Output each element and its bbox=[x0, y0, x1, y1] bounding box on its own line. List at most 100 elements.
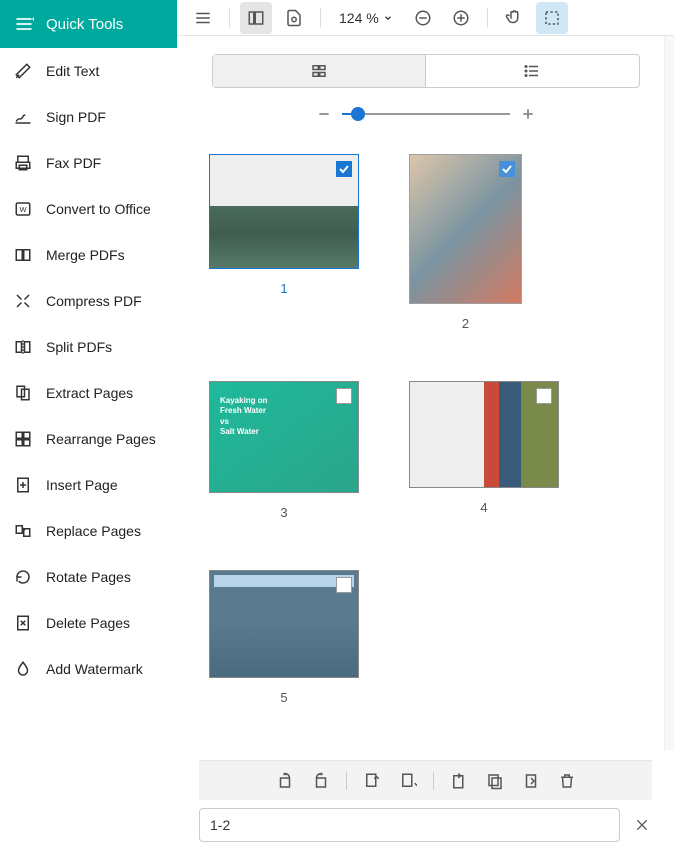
sidebar-item-split-pdfs[interactable]: Split PDFs bbox=[0, 324, 177, 370]
sidebar-item-label: Merge PDFs bbox=[46, 247, 125, 263]
page-range-input[interactable] bbox=[199, 808, 620, 842]
duplicate-page-button[interactable] bbox=[484, 770, 506, 792]
fax-icon bbox=[14, 154, 32, 172]
rotate-icon bbox=[14, 568, 32, 586]
separator bbox=[487, 8, 488, 28]
delete-page-icon bbox=[14, 614, 32, 632]
sidebar-item-rotate-pages[interactable]: Rotate Pages bbox=[0, 554, 177, 600]
sidebar-item-label: Add Watermark bbox=[46, 661, 143, 677]
page-thumbnail-5[interactable] bbox=[209, 570, 359, 678]
word-icon: W bbox=[14, 200, 32, 218]
sidebar-item-label: Rearrange Pages bbox=[46, 431, 156, 447]
sidebar-header-label: Quick Tools bbox=[46, 16, 123, 33]
clear-range-button[interactable] bbox=[632, 815, 652, 835]
page-number-label: 1 bbox=[280, 281, 287, 296]
compress-icon bbox=[14, 292, 32, 310]
sidebar-item-label: Delete Pages bbox=[46, 615, 130, 631]
thumbnail-panel-button[interactable] bbox=[240, 2, 272, 34]
page-number-label: 5 bbox=[280, 690, 287, 705]
rearrange-icon bbox=[14, 430, 32, 448]
thumbnail-item[interactable]: 5 bbox=[209, 570, 359, 705]
sidebar-item-label: Convert to Office bbox=[46, 201, 151, 217]
page-number-label: 2 bbox=[462, 316, 469, 331]
sidebar-item-label: Rotate Pages bbox=[46, 569, 131, 585]
sidebar-item-label: Sign PDF bbox=[46, 109, 106, 125]
page-thumbnail-2[interactable] bbox=[409, 154, 522, 304]
insert-after-button[interactable] bbox=[397, 770, 419, 792]
pan-tool-button[interactable] bbox=[498, 2, 530, 34]
marquee-select-button[interactable] bbox=[536, 2, 568, 34]
scrollbar[interactable] bbox=[664, 36, 674, 852]
page-number-label: 3 bbox=[280, 505, 287, 520]
separator bbox=[346, 772, 347, 790]
page-thumbnail-1[interactable] bbox=[209, 154, 359, 269]
page-checkbox[interactable] bbox=[336, 388, 352, 404]
document-info-button[interactable] bbox=[278, 2, 310, 34]
sidebar-item-insert-page[interactable]: Insert Page bbox=[0, 462, 177, 508]
slider-plus-button[interactable] bbox=[520, 106, 536, 122]
sidebar-item-label: Extract Pages bbox=[46, 385, 133, 401]
quick-tools-header[interactable]: Quick Tools bbox=[0, 0, 177, 48]
sidebar-item-label: Insert Page bbox=[46, 477, 118, 493]
bottom-bar bbox=[177, 750, 674, 852]
page-thumbnail-3[interactable]: Kayaking on Fresh Water vs Salt Water bbox=[209, 381, 359, 493]
separator bbox=[320, 8, 321, 28]
sidebar-item-merge-pdfs[interactable]: Merge PDFs bbox=[0, 232, 177, 278]
sidebar-item-label: Fax PDF bbox=[46, 155, 101, 171]
list-view-button[interactable] bbox=[426, 55, 639, 87]
sidebar-item-replace-pages[interactable]: Replace Pages bbox=[0, 508, 177, 554]
sidebar-item-compress-pdf[interactable]: Compress PDF bbox=[0, 278, 177, 324]
main-panel: 124 % 1 bbox=[177, 0, 674, 852]
grid-view-button[interactable] bbox=[213, 55, 427, 87]
zoom-in-button[interactable] bbox=[445, 2, 477, 34]
sidebar-item-fax-pdf[interactable]: Fax PDF bbox=[0, 140, 177, 186]
thumbnail-item[interactable]: Kayaking on Fresh Water vs Salt Water 3 bbox=[209, 381, 359, 520]
page-thumbnail-4[interactable] bbox=[409, 381, 559, 488]
thumbnail-grid: 1 2 Kayaking on Fresh Water vs Salt Wate… bbox=[195, 154, 656, 705]
rotate-cw-button[interactable] bbox=[310, 770, 332, 792]
replace-icon bbox=[14, 522, 32, 540]
sidebar-item-label: Compress PDF bbox=[46, 293, 142, 309]
thumbnail-size-slider[interactable] bbox=[342, 107, 510, 121]
content-area: 1 2 Kayaking on Fresh Water vs Salt Wate… bbox=[177, 36, 674, 852]
sidebar: Quick Tools Edit Text Sign PDF Fax PDF W… bbox=[0, 0, 177, 852]
sidebar-item-rearrange-pages[interactable]: Rearrange Pages bbox=[0, 416, 177, 462]
watermark-icon bbox=[14, 660, 32, 678]
sign-icon bbox=[14, 108, 32, 126]
sidebar-item-add-watermark[interactable]: Add Watermark bbox=[0, 646, 177, 692]
thumbnail-item[interactable]: 1 bbox=[209, 154, 359, 331]
edit-icon bbox=[14, 62, 32, 80]
extract-page-button[interactable] bbox=[520, 770, 542, 792]
thumbnail-item[interactable]: 4 bbox=[409, 381, 559, 520]
sidebar-item-extract-pages[interactable]: Extract Pages bbox=[0, 370, 177, 416]
page-number-label: 4 bbox=[480, 500, 487, 515]
sidebar-item-convert-office[interactable]: W Convert to Office bbox=[0, 186, 177, 232]
hamburger-button[interactable] bbox=[187, 2, 219, 34]
thumbnail-item[interactable]: 2 bbox=[409, 154, 522, 331]
page-checkbox[interactable] bbox=[499, 161, 515, 177]
insert-icon bbox=[14, 476, 32, 494]
toolbar: 124 % bbox=[177, 0, 674, 36]
page-checkbox[interactable] bbox=[336, 161, 352, 177]
sidebar-item-delete-pages[interactable]: Delete Pages bbox=[0, 600, 177, 646]
zoom-level-dropdown[interactable]: 124 % bbox=[331, 2, 401, 34]
page-range-row bbox=[199, 808, 652, 842]
page-checkbox[interactable] bbox=[536, 388, 552, 404]
thumbnail-size-slider-row bbox=[316, 106, 536, 122]
separator bbox=[433, 772, 434, 790]
sidebar-item-edit-text[interactable]: Edit Text bbox=[0, 48, 177, 94]
page-checkbox[interactable] bbox=[336, 577, 352, 593]
delete-page-button[interactable] bbox=[556, 770, 578, 792]
replace-page-button[interactable] bbox=[448, 770, 470, 792]
thumb-overlay-text: Kayaking on Fresh Water vs Salt Water bbox=[220, 396, 268, 438]
sidebar-item-label: Split PDFs bbox=[46, 339, 112, 355]
zoom-out-button[interactable] bbox=[407, 2, 439, 34]
slider-handle[interactable] bbox=[351, 107, 365, 121]
rotate-ccw-button[interactable] bbox=[274, 770, 296, 792]
slider-minus-button[interactable] bbox=[316, 106, 332, 122]
extract-icon bbox=[14, 384, 32, 402]
chevron-down-icon bbox=[383, 13, 393, 23]
page-actions-row bbox=[199, 760, 652, 800]
sidebar-item-sign-pdf[interactable]: Sign PDF bbox=[0, 94, 177, 140]
insert-before-button[interactable] bbox=[361, 770, 383, 792]
